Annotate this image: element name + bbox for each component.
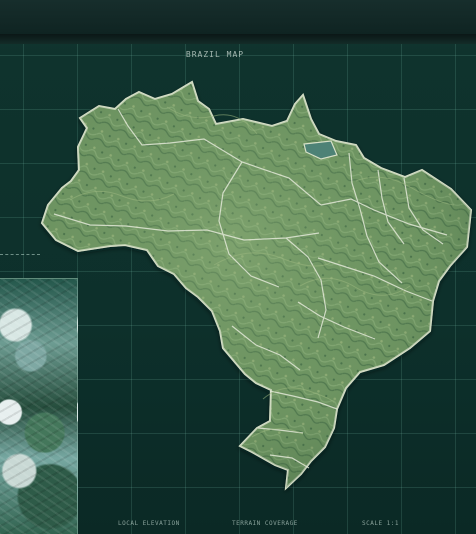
- terrain-shading: [42, 82, 471, 488]
- map-screen: BRAZIL MAP LOCAL ELEVATION TERRAIN COVER…: [0, 0, 476, 534]
- inset-divider: [0, 254, 40, 256]
- footer-right-label: SCALE 1:1: [362, 520, 400, 527]
- footer-left-label: LOCAL ELEVATION: [118, 520, 180, 527]
- satellite-inset: [0, 278, 78, 534]
- footer-center-label: TERRAIN COVERAGE: [232, 520, 298, 527]
